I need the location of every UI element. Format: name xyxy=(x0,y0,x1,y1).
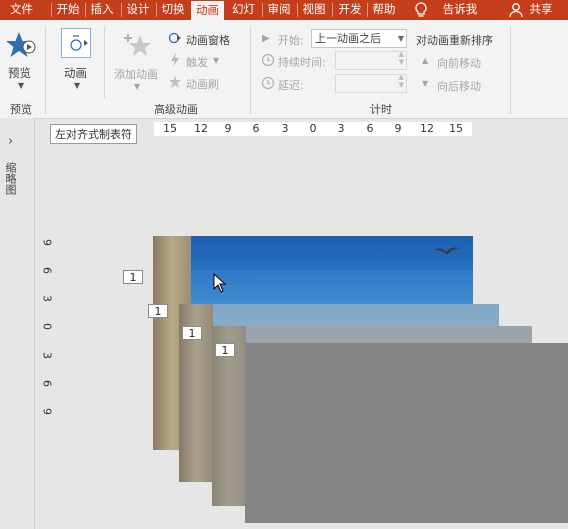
lightbulb-icon[interactable] xyxy=(412,1,430,19)
tab-stop-tooltip: 左对齐式制表符 xyxy=(50,124,137,144)
tab-help[interactable]: 帮助 xyxy=(369,0,399,20)
thumbnail-pane-label[interactable]: 缩略图 xyxy=(4,162,18,195)
ruler-tick-label: 0 xyxy=(40,323,54,330)
group-label-timing: 计时 xyxy=(370,103,392,116)
ruler-tick-label: 9 xyxy=(40,239,54,246)
ruler-tick-label: 3 xyxy=(40,352,54,359)
preview-star-icon[interactable] xyxy=(6,30,36,60)
animation-pane-icon[interactable] xyxy=(168,31,182,45)
clock-icon xyxy=(261,76,275,90)
ruler-tick-label: 6 xyxy=(252,122,260,135)
group-divider xyxy=(510,26,511,114)
tab-design[interactable]: 设计 xyxy=(123,0,153,20)
tab-separator xyxy=(367,3,368,17)
chevron-down-icon[interactable]: ▼ xyxy=(134,82,140,91)
chevron-right-icon[interactable]: › xyxy=(8,134,13,149)
tab-transitions[interactable]: 切换 xyxy=(158,0,188,20)
spinner-icon[interactable]: ▲ ▼ xyxy=(399,50,404,66)
play-icon: ▶ xyxy=(262,33,270,44)
move-earlier-button[interactable]: 向前移动 xyxy=(437,55,481,71)
mouse-cursor-icon xyxy=(213,272,227,293)
trigger-button[interactable]: 触发 xyxy=(186,54,208,70)
chevron-down-icon[interactable]: ▼ xyxy=(18,81,24,90)
vertical-ruler: 9 6 3 0 3 6 9 xyxy=(40,236,54,416)
ruler-tick-label: 3 xyxy=(281,122,289,135)
person-icon xyxy=(508,2,524,18)
tab-separator xyxy=(332,3,333,17)
group-label-advanced-animation: 高级动画 xyxy=(154,103,198,116)
tab-animations[interactable]: 动画 xyxy=(191,1,224,20)
chevron-down-icon[interactable]: ▼ xyxy=(213,56,219,65)
tab-insert[interactable]: 插入 xyxy=(87,0,117,20)
animation-order-tag[interactable]: 1 xyxy=(182,326,202,340)
ruler-tick-label: 6 xyxy=(366,122,374,135)
slide-picture-5[interactable] xyxy=(245,343,568,523)
chevron-down-icon[interactable]: ▼ xyxy=(74,81,80,90)
tab-separator xyxy=(262,3,263,17)
animation-style-icon[interactable] xyxy=(61,28,91,58)
ruler-tick-label: 3 xyxy=(337,122,345,135)
ruler-tick-label: 15 xyxy=(163,122,177,135)
tab-slideshow[interactable]: 幻灯 xyxy=(227,0,260,20)
thumbnail-pane: › 缩略图 xyxy=(0,118,35,529)
arrow-up-icon: ▲ xyxy=(422,56,429,65)
tab-review[interactable]: 审阅 xyxy=(264,0,294,20)
ruler-tick-label: 12 xyxy=(420,122,434,135)
ruler-tick-label: 9 xyxy=(394,122,402,135)
ruler-tick-label: 0 xyxy=(309,122,317,135)
group-label-preview: 预览 xyxy=(10,103,32,116)
eagle-icon xyxy=(435,244,459,258)
tab-separator xyxy=(85,3,86,17)
spinner-icon[interactable]: ▲ ▼ xyxy=(399,73,404,89)
ruler-tick-label: 6 xyxy=(40,380,54,387)
delay-label: 延迟: xyxy=(278,79,304,92)
ruler-tick-label: 15 xyxy=(449,122,463,135)
tab-developer[interactable]: 开发 xyxy=(334,0,366,20)
duration-label: 持续时间: xyxy=(278,56,326,69)
tab-view[interactable]: 视图 xyxy=(299,0,329,20)
ruler-tick-label: 3 xyxy=(40,295,54,302)
reorder-title: 对动画重新排序 xyxy=(416,34,493,47)
group-divider xyxy=(45,26,46,114)
ribbon-tab-bar: 文件 开始 插入 设计 切换 动画 幻灯 审阅 视图 开发 帮助 告诉我 共享 xyxy=(0,0,568,20)
ruler-tick-label: 6 xyxy=(40,267,54,274)
tab-separator xyxy=(297,3,298,17)
move-later-button[interactable]: 向后移动 xyxy=(437,78,481,94)
animation-order-tag[interactable]: 1 xyxy=(215,343,235,357)
group-divider xyxy=(250,26,251,114)
chevron-down-icon: ▼ xyxy=(397,34,404,43)
animation-painter-icon[interactable] xyxy=(168,75,182,89)
tab-file[interactable]: 文件 xyxy=(0,0,43,20)
tab-separator xyxy=(51,3,52,17)
add-animation-button[interactable]: 添加动画 xyxy=(114,66,158,82)
start-select[interactable]: 上一动画之后 ▼ xyxy=(311,29,407,48)
share-button[interactable]: 共享 xyxy=(526,0,556,20)
duration-input[interactable]: ▲ ▼ xyxy=(335,50,407,70)
animation-painter-button[interactable]: 动画刷 xyxy=(186,76,219,92)
animation-pane-button[interactable]: 动画窗格 xyxy=(186,32,230,48)
animation-button[interactable]: 动画 xyxy=(64,65,87,81)
lightning-icon[interactable] xyxy=(168,53,182,67)
group-divider xyxy=(104,26,105,98)
animation-order-tag[interactable]: 1 xyxy=(123,270,143,284)
clock-icon xyxy=(261,53,275,67)
start-select-value: 上一动画之后 xyxy=(315,32,381,45)
ruler-tick-label: 9 xyxy=(40,408,54,415)
ruler-tick-label: 12 xyxy=(194,122,208,135)
delay-input[interactable]: ▲ ▼ xyxy=(335,73,407,93)
horizontal-ruler: 15 12 9 6 3 0 3 6 9 12 15 xyxy=(154,122,472,136)
preview-button[interactable]: 预览 xyxy=(8,65,31,81)
tab-separator xyxy=(156,3,157,17)
tab-separator xyxy=(121,3,122,17)
tab-home[interactable]: 开始 xyxy=(53,0,83,20)
start-label: 开始: xyxy=(278,34,304,47)
tell-me-box[interactable]: 告诉我 xyxy=(438,0,482,20)
add-animation-icon[interactable] xyxy=(120,30,154,62)
arrow-down-icon: ▼ xyxy=(422,79,429,88)
ruler-tick-label: 9 xyxy=(224,122,232,135)
animation-order-tag[interactable]: 1 xyxy=(148,304,168,318)
ribbon-panel: 预览 ▼ 预览 动画 ▼ 添加动画 ▼ 动画窗格 触发 ▼ 动画刷 高级动画 ▶… xyxy=(0,20,568,119)
